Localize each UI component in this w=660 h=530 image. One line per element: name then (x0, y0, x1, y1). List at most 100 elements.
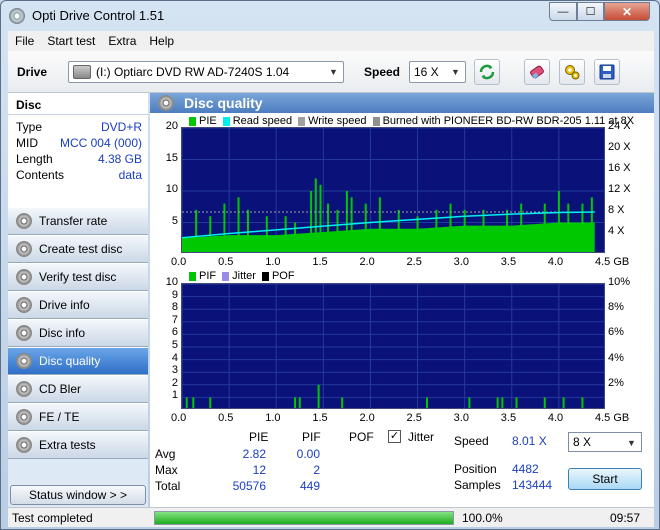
disc-info-panel: Type DVD+R MID MCC 004 (000) Length 4.38 GB… (8, 115, 148, 207)
stats-header-pof: POF (349, 430, 374, 444)
title-bar: Opti Drive Control 1.51 — ☐ ✕ (1, 1, 659, 31)
settings-button[interactable] (559, 59, 585, 85)
settings-icon (565, 65, 580, 80)
y-tick-label: 3 (171, 364, 178, 377)
disc-icon (16, 409, 32, 425)
legend-label: PIF (199, 270, 217, 282)
panel-title: Disc quality (184, 95, 263, 111)
nav-label: Create test disc (39, 242, 123, 256)
stats-label-max: Max (155, 463, 178, 477)
stats-avg-pif: 0.00 (296, 447, 320, 461)
status-window-button[interactable]: Status window > > (10, 485, 146, 505)
x-tick-label: 1.5 (312, 256, 328, 268)
toolbar: Drive (I:) Optiarc DVD RW AD-7240S 1.04 … (8, 51, 654, 93)
maximize-button[interactable]: ☐ (577, 2, 604, 21)
y-tick-label: 7 (171, 313, 178, 326)
x-tick-label: 2.5 (406, 256, 422, 268)
close-button[interactable]: ✕ (604, 2, 650, 21)
legend-label: POF (271, 270, 295, 282)
disc-quality-panel: Disc quality PIE Read speed Write speed … (150, 93, 654, 507)
window-title: Opti Drive Control 1.51 (32, 8, 165, 23)
y-tick-label: 1 (171, 389, 178, 402)
samples-label: Samples (454, 478, 501, 492)
x-tick-label: 1.0 (265, 412, 281, 424)
stats-header-pie: PIE (249, 430, 269, 444)
eraser-icon (530, 65, 544, 79)
position-label: Position (454, 462, 497, 476)
x-tick-label: 0.5 (218, 412, 234, 424)
drive-select[interactable]: (I:) Optiarc DVD RW AD-7240S 1.04 ▼ (68, 61, 344, 83)
legend-swatch (189, 116, 196, 126)
y-tick-label: 6 (171, 326, 178, 339)
save-icon (599, 64, 615, 80)
nav-label: FE / TE (39, 410, 80, 424)
nav-disc-info[interactable]: Disc info (8, 319, 148, 347)
nav-verify-test-disc[interactable]: Verify test disc (8, 263, 148, 291)
nav-cd-bler[interactable]: CD Bler (8, 375, 148, 403)
nav-create-test-disc[interactable]: Create test disc (8, 235, 148, 263)
y2-tick-label: 10% (608, 276, 631, 288)
stats-max-pif: 2 (313, 463, 320, 477)
nav-label: Extra tests (39, 438, 96, 452)
legend-label: PIE (199, 115, 217, 127)
x-tick-label: 0.5 (218, 256, 234, 268)
minimize-button[interactable]: — (549, 2, 577, 21)
nav-disc-quality[interactable]: Disc quality (8, 347, 148, 375)
chevron-down-icon: ▼ (627, 438, 636, 448)
x-tick-label: 4.5 GB (595, 412, 630, 424)
stats-total-pif: 449 (299, 479, 320, 493)
drive-select-value: (I:) Optiarc DVD RW AD-7240S 1.04 (96, 65, 290, 79)
legend-swatch (222, 271, 230, 281)
app-window: Opti Drive Control 1.51 — ☐ ✕ File Start… (0, 0, 660, 530)
drive-label: Drive (17, 65, 48, 79)
start-button[interactable]: Start (568, 468, 642, 490)
y-tick-label: 5 (171, 214, 178, 227)
x-tick-label: 1.0 (265, 256, 281, 268)
menu-extra[interactable]: Extra (101, 34, 142, 48)
nav-label: Transfer rate (39, 214, 108, 228)
save-button[interactable] (594, 59, 620, 85)
legend-swatch (298, 116, 306, 126)
nav-label: Drive info (39, 298, 90, 312)
nav-extra-tests[interactable]: Extra tests (8, 431, 148, 459)
progress-text: 100.0% (462, 511, 503, 525)
disc-icon (158, 95, 174, 111)
y2-tick-label: 16 X (608, 162, 631, 174)
info-value: 4.38 GB (97, 152, 142, 166)
x-tick-label: 3.0 (453, 412, 469, 424)
nav-drive-info[interactable]: Drive info (8, 291, 148, 319)
stats-avg-pie: 2.82 (242, 447, 266, 461)
info-row-contents: Contents data (16, 167, 142, 183)
y-tick-label: 20 (165, 120, 178, 132)
menu-file[interactable]: File (8, 34, 40, 48)
nav-label: Disc quality (39, 354, 101, 368)
menu-start-test[interactable]: Start test (40, 34, 101, 48)
y2-tick-label: 8 X (608, 204, 625, 216)
chevron-down-icon: ▼ (451, 67, 460, 77)
menu-help[interactable]: Help (142, 34, 180, 48)
disc-section-title: Disc (8, 93, 148, 115)
jitter-checkbox[interactable]: ✓ (388, 430, 401, 443)
legend-label: Read speed (232, 115, 293, 127)
nav-label: Disc info (39, 326, 86, 340)
disc-icon (16, 297, 32, 313)
legend-label: Burned with PIONEER BD-RW BDR-205 1.11 a… (382, 115, 635, 127)
speed-select[interactable]: 16 X ▼ (409, 61, 466, 83)
pie-area (182, 222, 595, 252)
position-value: 4482 (512, 462, 539, 476)
status-bar: Test completed 100.0% 09:57 (8, 507, 654, 527)
nav-fe-te[interactable]: FE / TE (8, 403, 148, 431)
disc-icon (16, 213, 32, 229)
disc-icon (16, 241, 32, 257)
panel-header: Disc quality (150, 93, 654, 113)
test-speed-select[interactable]: 8 X ▼ (568, 432, 642, 452)
drive-icon (73, 65, 91, 79)
stats-total-pie: 50576 (232, 479, 266, 493)
refresh-icon (479, 64, 495, 80)
refresh-button[interactable] (474, 59, 500, 85)
erase-button[interactable] (524, 59, 550, 85)
y2-tick-label: 4 X (608, 225, 625, 237)
legend-swatch (372, 116, 380, 126)
nav-transfer-rate[interactable]: Transfer rate (8, 207, 148, 235)
info-row-type: Type DVD+R (16, 119, 142, 135)
